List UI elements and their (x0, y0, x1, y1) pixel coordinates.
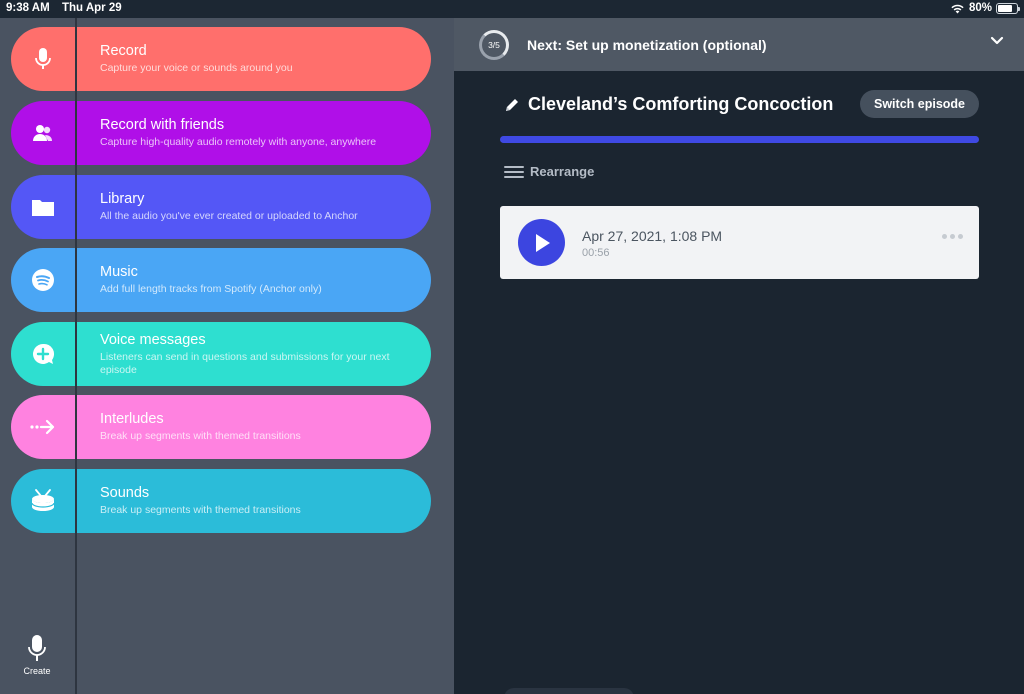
menu-item-interludes[interactable]: Interludes Break up segments with themed… (11, 395, 431, 459)
menu-item-title: Music (100, 264, 138, 280)
menu-item-subtitle: Break up segments with themed transition… (100, 504, 301, 516)
battery-percent: 80% (968, 2, 992, 14)
menu-item-voice-messages[interactable]: Voice messages Listeners can send in que… (11, 322, 431, 386)
status-bar: 9:38 AM Thu Apr 29 80% (0, 0, 1024, 18)
next-step-bar[interactable]: 3/5 Next: Set up monetization (optional) (454, 18, 1024, 71)
menu-item-title: Voice messages (100, 331, 206, 348)
menu-item-record-with-friends[interactable]: Record with friends Capture high-quality… (11, 101, 431, 165)
menu-item-title: Interludes (100, 411, 164, 427)
arrow-right-icon (11, 395, 75, 459)
menu-item-text: Interludes Break up segments with themed… (100, 395, 413, 459)
menu-item-subtitle: Capture high-quality audio remotely with… (100, 136, 377, 148)
menu-item-title: Library (100, 191, 145, 207)
menu-item-music[interactable]: Music Add full length tracks from Spotif… (11, 248, 431, 312)
next-step-label: Next: Set up monetization (optional) (527, 37, 767, 53)
create-label: Create (23, 666, 51, 676)
menu-item-text: Voice messages Listeners can send in que… (100, 322, 413, 386)
segment-date: Apr 27, 2021, 1:08 PM (582, 228, 723, 244)
microphone-icon (28, 635, 46, 661)
menu-item-library[interactable]: Library All the audio you've ever create… (11, 175, 431, 239)
status-right: 80% (950, 2, 1020, 14)
episode-title: Cleveland’s Comforting Concoction (528, 94, 834, 114)
rearrange-button[interactable]: Rearrange (504, 164, 594, 179)
episode-title-row[interactable]: Cleveland’s Comforting Concoction (504, 94, 833, 115)
folder-icon (11, 175, 75, 239)
wifi-icon (951, 4, 964, 13)
microphone-icon (11, 27, 75, 91)
menu-item-text: Record with friends Capture high-quality… (100, 101, 413, 165)
menu-item-text: Record Capture your voice or sounds arou… (100, 27, 413, 91)
menu-item-title: Record (100, 43, 147, 59)
episode-progress-fill (500, 136, 979, 143)
episode-progress-bar (500, 136, 979, 143)
friends-icon (11, 101, 75, 165)
spotify-icon (11, 248, 75, 312)
segment-duration: 00:56 (582, 247, 610, 259)
menu-item-title: Sounds (100, 485, 150, 501)
menu-item-text: Library All the audio you've ever create… (100, 175, 413, 239)
more-options-icon[interactable] (942, 234, 963, 239)
hamburger-icon (504, 165, 524, 178)
drum-icon (11, 469, 75, 533)
play-icon (535, 233, 550, 252)
voice-message-icon (11, 322, 75, 386)
audio-segment-card[interactable]: Apr 27, 2021, 1:08 PM 00:56 (500, 206, 979, 279)
pencil-icon (506, 98, 518, 111)
menu-item-subtitle: Add full length tracks from Spotify (Anc… (100, 283, 322, 295)
menu-item-subtitle: Listeners can send in questions and subm… (100, 350, 390, 376)
battery-icon (996, 2, 1020, 14)
menu-item-subtitle: Capture your voice or sounds around you (100, 62, 293, 74)
episode-panel: 3/5 Next: Set up monetization (optional)… (454, 18, 1024, 694)
menu-item-record[interactable]: Record Capture your voice or sounds arou… (11, 27, 431, 91)
menu-item-text: Music Add full length tracks from Spotif… (100, 248, 413, 312)
panel-divider (75, 18, 77, 694)
status-time: 9:38 AM (6, 2, 50, 14)
status-date: Thu Apr 29 (62, 2, 122, 14)
chevron-down-icon (990, 36, 1004, 45)
switch-episode-button[interactable]: Switch episode (860, 90, 979, 118)
create-button[interactable]: Create (17, 634, 57, 676)
bottom-action-pill[interactable] (504, 688, 634, 694)
menu-item-sounds[interactable]: Sounds Break up segments with themed tra… (11, 469, 431, 533)
menu-item-subtitle: All the audio you've ever created or upl… (100, 210, 358, 222)
menu-item-text: Sounds Break up segments with themed tra… (100, 469, 413, 533)
step-progress-text: 3/5 (488, 40, 500, 50)
play-button[interactable] (518, 219, 565, 266)
menu-item-title: Record with friends (100, 117, 225, 133)
rearrange-label: Rearrange (530, 164, 595, 179)
step-progress-ring: 3/5 (479, 30, 509, 60)
menu-item-subtitle: Break up segments with themed transition… (100, 430, 301, 442)
